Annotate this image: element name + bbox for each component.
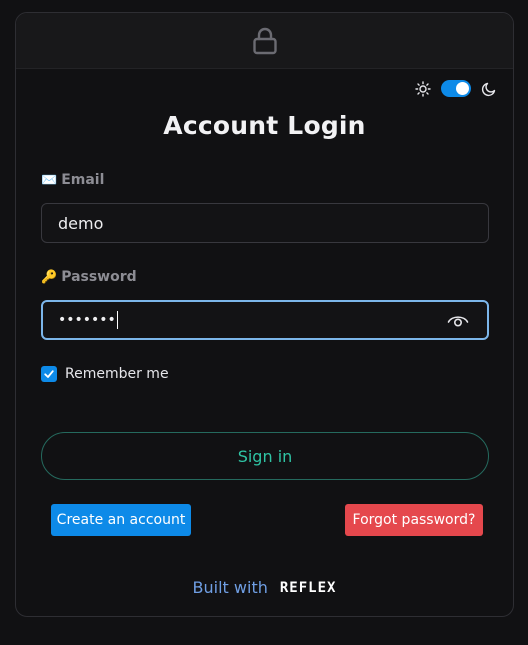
password-label-text: Password [61,269,137,285]
remember-label: Remember me [65,366,169,382]
moon-icon [481,82,496,96]
theme-switch[interactable] [441,80,471,97]
reflex-logo[interactable]: REFLEX [280,580,337,596]
remember-me[interactable]: Remember me [41,366,169,382]
sun-icon [415,80,431,97]
lock-icon [252,27,277,54]
password-field[interactable]: ••••••• [41,300,489,340]
login-card: Account Login ✉️ Email demo 🔑 Password •… [15,12,514,617]
envelope-icon: ✉️ [41,172,58,188]
text-caret [116,311,118,329]
email-field[interactable]: demo [41,203,489,243]
footer: Built with REFLEX [16,578,513,597]
forgot-password-button[interactable]: Forgot password? [345,504,483,536]
email-value: demo [58,213,104,233]
built-with-text: Built with [192,578,268,597]
card-header [16,13,513,69]
create-account-button[interactable]: Create an account [51,504,191,536]
email-label-text: Email [61,172,105,188]
key-icon: 🔑 [41,269,58,285]
email-label: ✉️ Email [41,172,104,188]
check-icon [44,370,54,378]
theme-toggle [415,80,497,97]
switch-knob [456,82,469,95]
sign-in-button[interactable]: Sign in [41,432,489,480]
eye-icon[interactable] [447,311,469,329]
remember-checkbox[interactable] [41,366,57,382]
password-value: ••••••• [58,312,116,328]
page-title: Account Login [163,111,366,140]
password-label: 🔑 Password [41,269,137,285]
